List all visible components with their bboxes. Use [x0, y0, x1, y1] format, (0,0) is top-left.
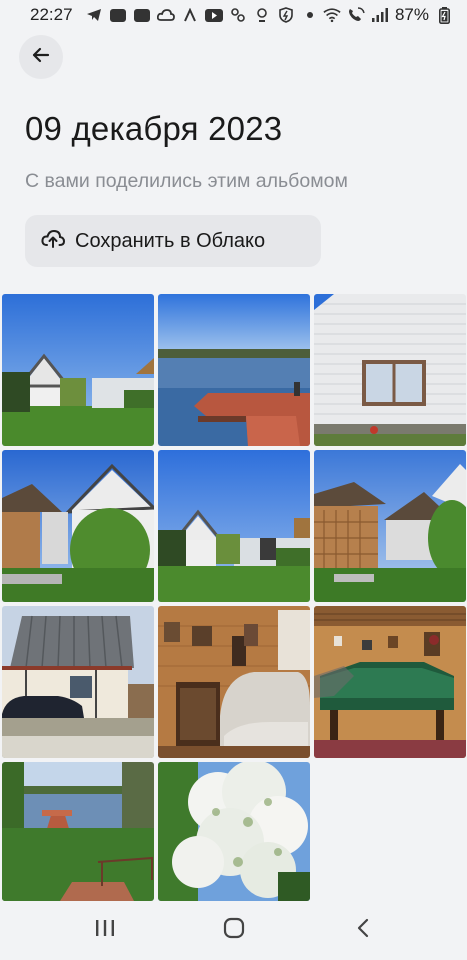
billiard-room-photo	[314, 606, 466, 758]
recent-apps-button[interactable]	[75, 911, 135, 951]
photo-tile[interactable]	[2, 762, 154, 901]
save-to-cloud-label: Сохранить в Облако	[75, 229, 266, 252]
photo-tile[interactable]	[2, 294, 154, 446]
status-left: 22:27	[30, 5, 319, 25]
photo-tile[interactable]	[158, 606, 310, 758]
photo-tile[interactable]	[314, 450, 466, 602]
arrow-left-icon	[32, 47, 50, 68]
home-button[interactable]	[204, 911, 264, 951]
lake-path-photo	[2, 762, 154, 901]
wifi-icon	[323, 7, 341, 23]
back-button[interactable]	[19, 35, 63, 79]
interior-living-room-photo	[158, 606, 310, 758]
status-bar: 22:27 87%	[0, 0, 467, 30]
lake-pier-photo	[158, 294, 310, 446]
photo-tile[interactable]	[314, 606, 466, 758]
photo-tile[interactable]	[158, 762, 310, 901]
status-time: 22:27	[30, 5, 73, 24]
house-wall-window-photo	[314, 294, 466, 446]
blossom-tree-photo	[158, 762, 310, 901]
photo-tile[interactable]	[2, 606, 154, 758]
system-navigation-bar	[0, 901, 467, 960]
home-icon	[223, 917, 245, 944]
call-icon	[347, 7, 365, 23]
battery-icon	[435, 6, 453, 24]
telegram-icon	[85, 7, 103, 23]
house-garden-photo-2	[158, 450, 310, 602]
app-icon	[229, 7, 247, 23]
photo-tile[interactable]	[158, 294, 310, 446]
gazebo-house-photo	[2, 450, 154, 602]
recent-apps-icon	[94, 918, 116, 943]
status-right: 87%	[323, 5, 453, 25]
album-title: 09 декабря 2023	[25, 110, 283, 147]
album-subtitle: С вами поделились этим альбомом	[25, 170, 348, 192]
youtube-icon	[204, 7, 223, 23]
carport-house-photo	[2, 606, 154, 758]
house-garden-photo	[2, 294, 154, 446]
app-icon	[181, 7, 199, 23]
dot-icon	[301, 7, 319, 23]
cloud-upload-icon	[41, 229, 66, 254]
save-to-cloud-button[interactable]: Сохранить в Облако	[25, 215, 321, 267]
app-icon	[109, 7, 127, 23]
cloud-icon	[156, 7, 175, 23]
shield-icon	[277, 7, 295, 23]
battery-percent: 87%	[394, 5, 429, 24]
photo-tile[interactable]	[314, 294, 466, 446]
system-back-button[interactable]	[333, 911, 393, 951]
photo-tile[interactable]	[158, 450, 310, 602]
photo-tile[interactable]	[2, 450, 154, 602]
app-icon	[253, 7, 271, 23]
chevron-left-icon	[355, 917, 371, 944]
app-icon	[133, 7, 151, 23]
gazebo-house-photo-2	[314, 450, 466, 602]
signal-icon	[371, 7, 389, 23]
